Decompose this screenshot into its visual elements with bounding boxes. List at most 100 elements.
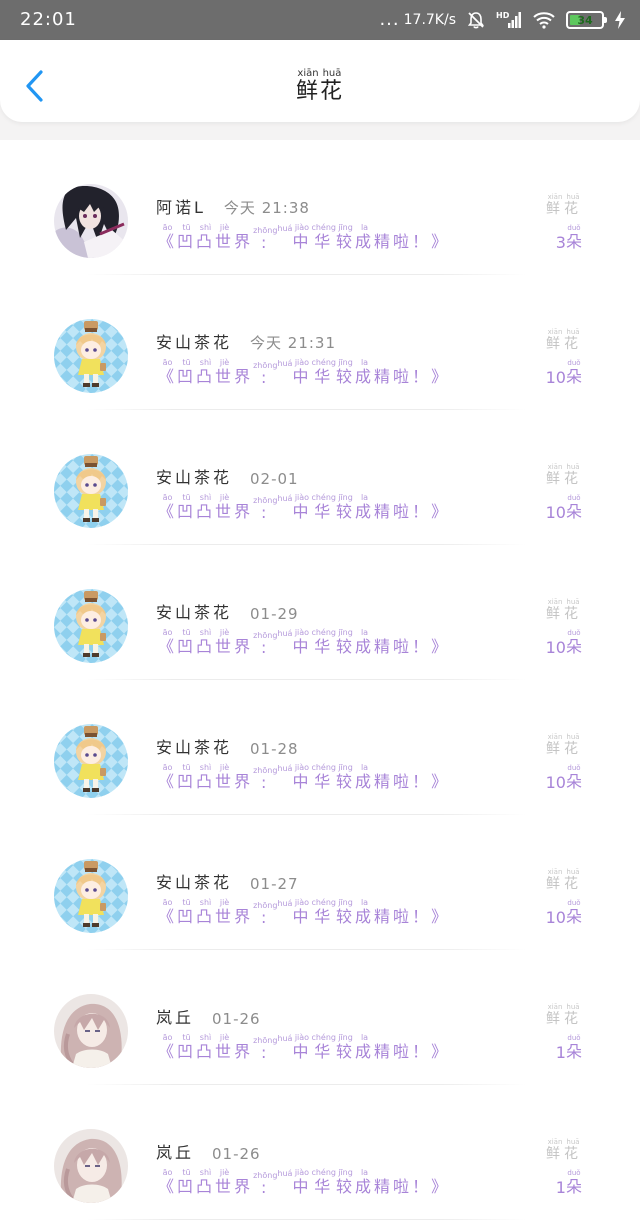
gift-char: 凹tū bbox=[177, 763, 197, 791]
list-item[interactable]: 安山茶花 01-27 《āo 凹tū 凸shì 世jiè 界:zhōng huá 中jiào 华… bbox=[0, 815, 640, 950]
gift-char: 《āo bbox=[158, 358, 178, 386]
gift-count-number: 3 bbox=[555, 233, 566, 252]
list-item[interactable]: 安山茶花 01-29 《āo 凹tū 凸shì 世jiè 界:zhōng huá 中jiào 华… bbox=[0, 545, 640, 680]
title-char: 鲜xiān bbox=[295, 68, 320, 104]
gift-char: 较jīng bbox=[336, 1168, 356, 1196]
count-unit: 朵duǒ bbox=[565, 629, 582, 656]
gift-type-char: 鲜xiān bbox=[546, 463, 564, 487]
count-unit: 朵duǒ bbox=[565, 224, 582, 251]
gift-count: 3 朵duǒ bbox=[556, 222, 582, 252]
sender-name[interactable]: 安山茶花 bbox=[156, 464, 232, 488]
gift-char: 华chéng bbox=[311, 493, 336, 521]
battery-level-text: 34 bbox=[577, 13, 593, 27]
gift-type-char: 花huā bbox=[564, 868, 582, 892]
gift-source-text: 《āo 凹tū 凸shì 世jiè 界:zhōng huá 中jiào 华chéng 较jīn… bbox=[158, 493, 451, 522]
gift-char: 华chéng bbox=[311, 898, 336, 926]
gift-char: :zhōng bbox=[253, 1171, 278, 1197]
gift-type-label: 鲜xiān 花huā bbox=[546, 865, 582, 893]
gift-char: 凹tū bbox=[177, 223, 197, 251]
gift-char: :zhōng bbox=[253, 631, 278, 657]
avatar[interactable] bbox=[54, 589, 128, 663]
avatar[interactable] bbox=[54, 859, 128, 933]
gift-char: 凹tū bbox=[177, 1168, 197, 1196]
gift-char: 较jīng bbox=[336, 493, 356, 521]
gift-char: 凹tū bbox=[177, 493, 197, 521]
sender-name[interactable]: 安山茶花 bbox=[156, 869, 232, 893]
gift-source-text: 《āo 凹tū 凸shì 世jiè 界:zhōng huá 中jiào 华chéng 较jīn… bbox=[158, 358, 451, 387]
timestamp: 今天 21:38 bbox=[223, 199, 310, 217]
gift-char: 华chéng bbox=[311, 358, 336, 386]
gift-char: 中jiào bbox=[292, 1168, 312, 1196]
sender-name[interactable]: 岚丘 bbox=[156, 1004, 194, 1028]
gift-char: 较jīng bbox=[336, 763, 356, 791]
gift-char: 世jiè bbox=[215, 898, 235, 926]
gift-char: 凸shì bbox=[196, 628, 216, 656]
gift-count-number: 10 bbox=[545, 773, 566, 792]
gift-char: 凹tū bbox=[177, 628, 197, 656]
gift-char: 世jiè bbox=[215, 1033, 235, 1061]
gift-char: 较jīng bbox=[336, 898, 356, 926]
gift-char: :zhōng bbox=[253, 226, 278, 252]
timestamp: 01-29 bbox=[250, 605, 299, 623]
gift-char: 世jiè bbox=[215, 223, 235, 251]
gift-char: 华chéng bbox=[311, 1168, 336, 1196]
avatar[interactable] bbox=[54, 319, 128, 393]
gift-char: 成la bbox=[355, 1168, 375, 1196]
gift-char: 《āo bbox=[158, 628, 178, 656]
gift-char: 《āo bbox=[158, 1168, 178, 1196]
list-item[interactable]: 岚丘 01-26 《āo 凹tū 凸shì 世jiè 界:zhōng huá 中jiào 华ch… bbox=[0, 950, 640, 1085]
notification-dots: ... bbox=[379, 9, 400, 30]
gift-type-label: 鲜xiān 花huā bbox=[546, 730, 582, 758]
gift-type-char: 花huā bbox=[564, 598, 582, 622]
gift-type-label: 鲜xiān 花huā bbox=[546, 325, 582, 353]
gift-char: huá bbox=[277, 359, 293, 368]
wifi-icon bbox=[532, 10, 556, 30]
gift-char: huá bbox=[277, 764, 293, 773]
gift-char: :zhōng bbox=[253, 766, 278, 792]
list-item[interactable]: 安山茶花 今天 21:31 《āo 凹tū 凸shì 世jiè 界:zhōng huá 中ji… bbox=[0, 275, 640, 410]
gift-record-list: 阿诺L 今天 21:38 《āo 凹tū 凸shì 世jiè 界:zhōng huá 中jià… bbox=[0, 140, 640, 1229]
gift-char: 世jiè bbox=[215, 763, 235, 791]
list-item[interactable]: 安山茶花 01-28 《āo 凹tū 凸shì 世jiè 界:zhōng huá 中jiào 华… bbox=[0, 680, 640, 815]
avatar[interactable] bbox=[54, 454, 128, 528]
gift-char: 成la bbox=[355, 223, 375, 251]
gift-count-number: 1 bbox=[555, 1178, 566, 1197]
sender-name[interactable]: 阿诺L bbox=[156, 194, 206, 218]
gift-type-char: 花huā bbox=[564, 1138, 582, 1162]
gift-char: :zhōng bbox=[253, 1036, 278, 1062]
gift-type-char: 鲜xiān bbox=[546, 328, 564, 352]
gift-char: 中jiào bbox=[292, 898, 312, 926]
timestamp: 01-26 bbox=[212, 1145, 261, 1163]
list-item[interactable]: 阿诺L 今天 21:38 《āo 凹tū 凸shì 世jiè 界:zhōng huá 中jià… bbox=[0, 140, 640, 275]
gift-char: huá bbox=[277, 494, 293, 503]
gift-count-number: 10 bbox=[545, 638, 566, 657]
timestamp: 02-01 bbox=[250, 470, 299, 488]
gift-char: :zhōng bbox=[253, 901, 278, 927]
mute-bell-icon bbox=[466, 10, 486, 30]
sender-name[interactable]: 岚丘 bbox=[156, 1139, 194, 1163]
count-unit: 朵duǒ bbox=[565, 494, 582, 521]
list-item[interactable]: 安山茶花 02-01 《āo 凹tū 凸shì 世jiè 界:zhōng huá 中jiào 华… bbox=[0, 410, 640, 545]
count-unit: 朵duǒ bbox=[565, 1169, 582, 1196]
gift-type-char: 鲜xiān bbox=[546, 598, 564, 622]
gift-count-number: 10 bbox=[545, 368, 566, 387]
gift-count-number: 10 bbox=[545, 908, 566, 927]
gift-char: huá bbox=[277, 1034, 293, 1043]
gift-count: 10 朵duǒ bbox=[546, 897, 582, 927]
sender-name[interactable]: 安山茶花 bbox=[156, 329, 232, 353]
status-icons: ... 17.7K/s HD 34 bbox=[379, 9, 626, 31]
gift-char: 成la bbox=[355, 493, 375, 521]
gift-char: 华chéng bbox=[311, 763, 336, 791]
avatar[interactable] bbox=[54, 184, 128, 258]
avatar[interactable] bbox=[54, 1129, 128, 1203]
gift-source-text: 《āo 凹tū 凸shì 世jiè 界:zhōng huá 中jiào 华chéng 较jīn… bbox=[158, 1168, 451, 1197]
gift-type-label: 鲜xiān 花huā bbox=[546, 190, 582, 218]
gift-source-text: 《āo 凹tū 凸shì 世jiè 界:zhōng huá 中jiào 华chéng 较jīn… bbox=[158, 1033, 451, 1062]
avatar[interactable] bbox=[54, 994, 128, 1068]
avatar[interactable] bbox=[54, 724, 128, 798]
gift-type-char: 鲜xiān bbox=[546, 733, 564, 757]
sender-name[interactable]: 安山茶花 bbox=[156, 734, 232, 758]
gift-type-label: 鲜xiān 花huā bbox=[546, 595, 582, 623]
list-item[interactable]: 岚丘 01-26 《āo 凹tū 凸shì 世jiè 界:zhōng huá 中jiào 华ch… bbox=[0, 1085, 640, 1220]
sender-name[interactable]: 安山茶花 bbox=[156, 599, 232, 623]
